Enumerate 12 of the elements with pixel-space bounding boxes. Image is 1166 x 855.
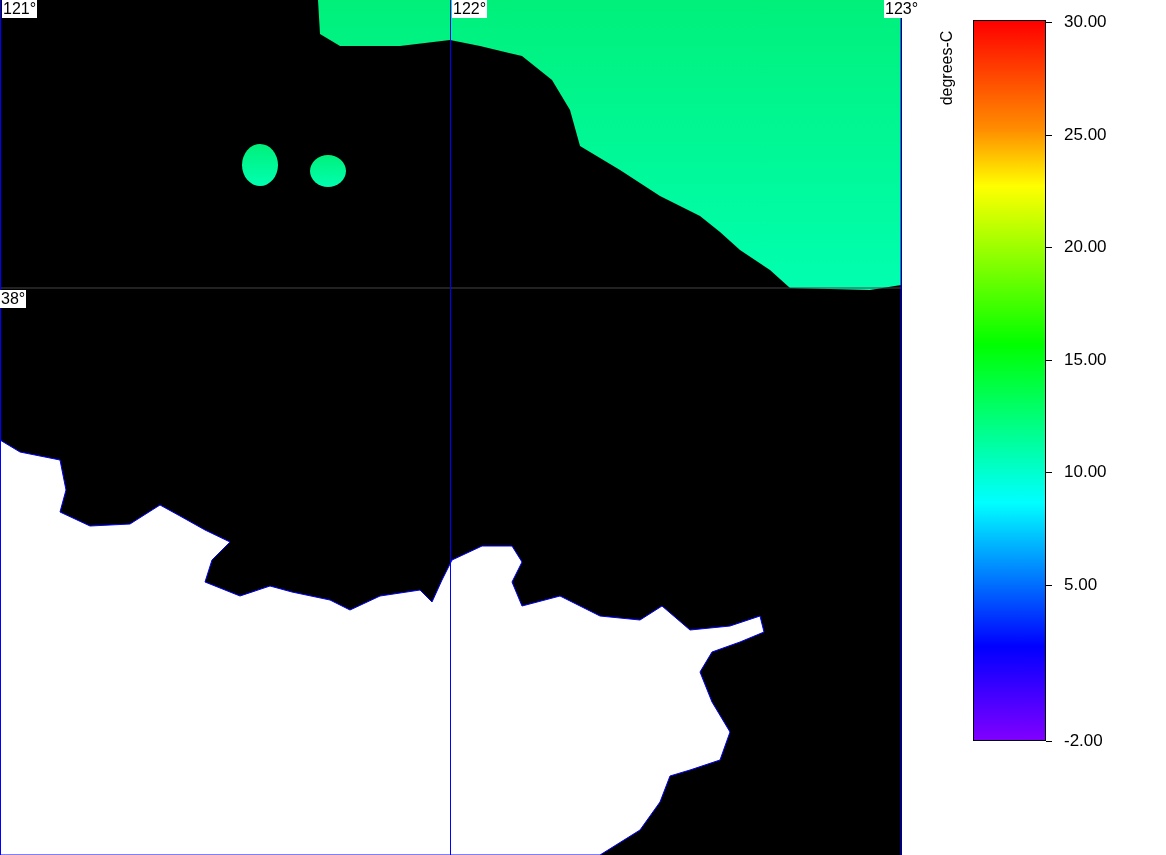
colorbar-tick-label: -2.00 [1064,731,1103,751]
colorbar-tick-label: 15.00 [1064,349,1107,370]
colorbar-tick-label: 20.00 [1064,237,1107,257]
colorbar-title: degrees-C [938,29,956,108]
latitude-label: 38° [0,290,27,308]
colorbar-tick-label: 5.00 [1064,574,1098,595]
colorbar-tick-label: 10.00 [1064,462,1107,482]
colorbar-tick-label: 30.00 [1064,12,1107,32]
longitude-label: 122° [452,0,488,18]
colorbar-tick-label: 25.00 [1064,124,1107,145]
longitude-label: 123° [884,0,920,18]
longitude-label: 121° [2,0,38,18]
